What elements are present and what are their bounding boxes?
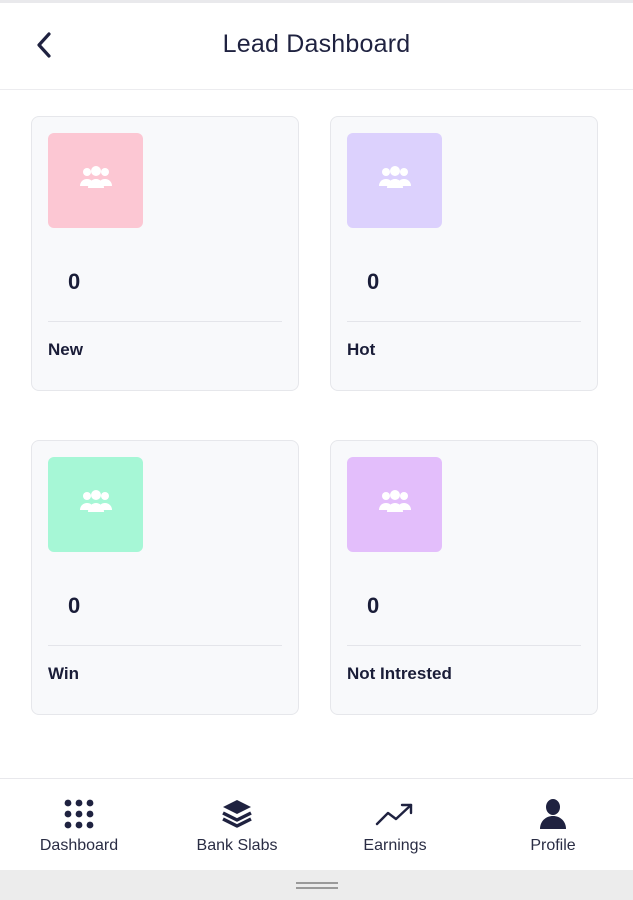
card-icon-box [347, 133, 442, 228]
system-nav-bar [0, 870, 633, 900]
divider [48, 645, 282, 646]
lead-card-new[interactable]: 0 New [31, 116, 299, 391]
nav-item-dashboard[interactable]: Dashboard [0, 779, 158, 871]
card-icon-box [347, 457, 442, 552]
nav-item-earnings[interactable]: Earnings [316, 779, 474, 871]
lead-count: 0 [68, 269, 81, 294]
nav-item-profile[interactable]: Profile [474, 779, 632, 871]
lead-card-win[interactable]: 0 Win [31, 440, 299, 715]
lead-count: 0 [367, 593, 380, 618]
lead-label: New [48, 340, 83, 359]
lead-card-not-interested[interactable]: 0 Not Intrested [330, 440, 598, 715]
nav-item-bank-slabs[interactable]: Bank Slabs [158, 779, 316, 871]
page-title: Lead Dashboard [222, 30, 411, 58]
user-icon [537, 797, 569, 831]
lead-count: 0 [68, 593, 81, 618]
lead-count: 0 [367, 269, 380, 294]
divider [347, 645, 581, 646]
users-icon [377, 490, 413, 519]
app-header: Lead Dashboard [0, 3, 633, 90]
nav-label: Dashboard [39, 837, 119, 854]
card-icon-box [48, 133, 143, 228]
bottom-nav: Dashboard Bank Slabs Earnings Profile [0, 778, 633, 870]
nav-label: Profile [530, 837, 576, 854]
lead-card-hot[interactable]: 0 Hot [330, 116, 598, 391]
lead-label: Hot [347, 340, 376, 359]
divider [48, 321, 282, 322]
users-icon [377, 166, 413, 195]
drag-handle[interactable] [296, 882, 338, 889]
lead-label: Not Intrested [347, 664, 452, 683]
trending-up-icon [375, 797, 415, 831]
grid-icon [63, 797, 95, 831]
nav-label: Earnings [363, 837, 427, 854]
lead-label: Win [48, 664, 80, 683]
users-icon [78, 166, 114, 195]
nav-label: Bank Slabs [196, 837, 278, 854]
layers-icon [220, 797, 254, 831]
card-icon-box [48, 457, 143, 552]
users-icon [78, 490, 114, 519]
divider [347, 321, 581, 322]
